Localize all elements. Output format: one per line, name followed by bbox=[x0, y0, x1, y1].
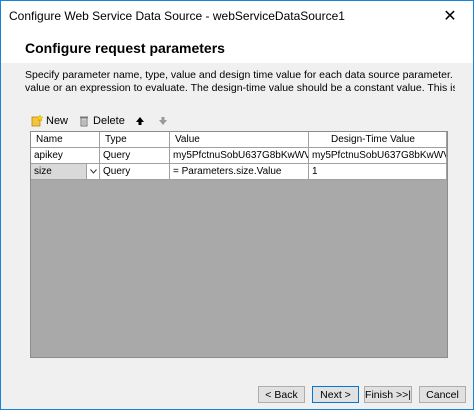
description: Specify parameter name, type, value and … bbox=[25, 69, 455, 95]
grid-toolbar: New Delete bbox=[31, 113, 181, 129]
cell-type[interactable]: Query bbox=[100, 164, 170, 180]
cell-name-editor[interactable]: size bbox=[31, 164, 100, 180]
new-label: New bbox=[46, 115, 69, 127]
column-header-name[interactable]: Name bbox=[31, 132, 100, 148]
description-line-2: value or an expression to evaluate. The … bbox=[25, 82, 455, 94]
arrow-up-icon bbox=[135, 117, 144, 125]
column-header-design-time-value[interactable]: Design-Time Value bbox=[309, 132, 447, 148]
window-title: Configure Web Service Data Source - webS… bbox=[9, 9, 345, 23]
description-line-1: Specify parameter name, type, value and … bbox=[25, 69, 455, 81]
delete-button[interactable]: Delete bbox=[78, 115, 125, 127]
new-button[interactable]: New bbox=[31, 115, 68, 127]
dialog-window: Configure Web Service Data Source - webS… bbox=[0, 0, 474, 410]
table-row[interactable]: size Query = Parameters.size.Value 1 bbox=[31, 164, 447, 180]
move-down-button[interactable] bbox=[158, 116, 171, 126]
parameters-grid: Name Type Value Design-Time Value apikey… bbox=[30, 131, 448, 358]
chevron-down-icon[interactable] bbox=[86, 164, 99, 179]
table-row[interactable]: apikey Query my5PfctnuSobU637G8bKwWV3aMF… bbox=[31, 148, 447, 164]
delete-icon bbox=[80, 116, 89, 127]
cell-value[interactable]: = Parameters.size.Value bbox=[170, 164, 309, 180]
grid-header-row: Name Type Value Design-Time Value bbox=[31, 132, 447, 148]
close-icon[interactable]: ✕ bbox=[427, 1, 473, 31]
header-panel: Configure request parameters bbox=[1, 31, 473, 63]
finish-button[interactable]: Finish >>| bbox=[364, 386, 412, 403]
back-button[interactable]: < Back bbox=[258, 386, 305, 403]
cell-name[interactable]: apikey bbox=[31, 148, 100, 164]
cell-type[interactable]: Query bbox=[100, 148, 170, 164]
cell-name-value: size bbox=[34, 166, 52, 177]
cell-design-time-value[interactable]: my5PfctnuSobU637G8bKwWV3aMF... bbox=[309, 148, 447, 164]
column-header-value[interactable]: Value bbox=[170, 132, 309, 148]
cell-value[interactable]: my5PfctnuSobU637G8bKwWV3aMF... bbox=[170, 148, 309, 164]
column-header-type[interactable]: Type bbox=[100, 132, 170, 148]
arrow-down-icon bbox=[158, 117, 167, 125]
page-title: Configure request parameters bbox=[25, 40, 225, 56]
new-icon bbox=[31, 115, 43, 127]
move-up-button[interactable] bbox=[135, 116, 148, 126]
cancel-button[interactable]: Cancel bbox=[419, 386, 466, 403]
title-bar: Configure Web Service Data Source - webS… bbox=[1, 1, 473, 31]
cell-design-time-value[interactable]: 1 bbox=[309, 164, 447, 180]
delete-label: Delete bbox=[93, 115, 125, 127]
next-button[interactable]: Next > bbox=[312, 386, 359, 403]
